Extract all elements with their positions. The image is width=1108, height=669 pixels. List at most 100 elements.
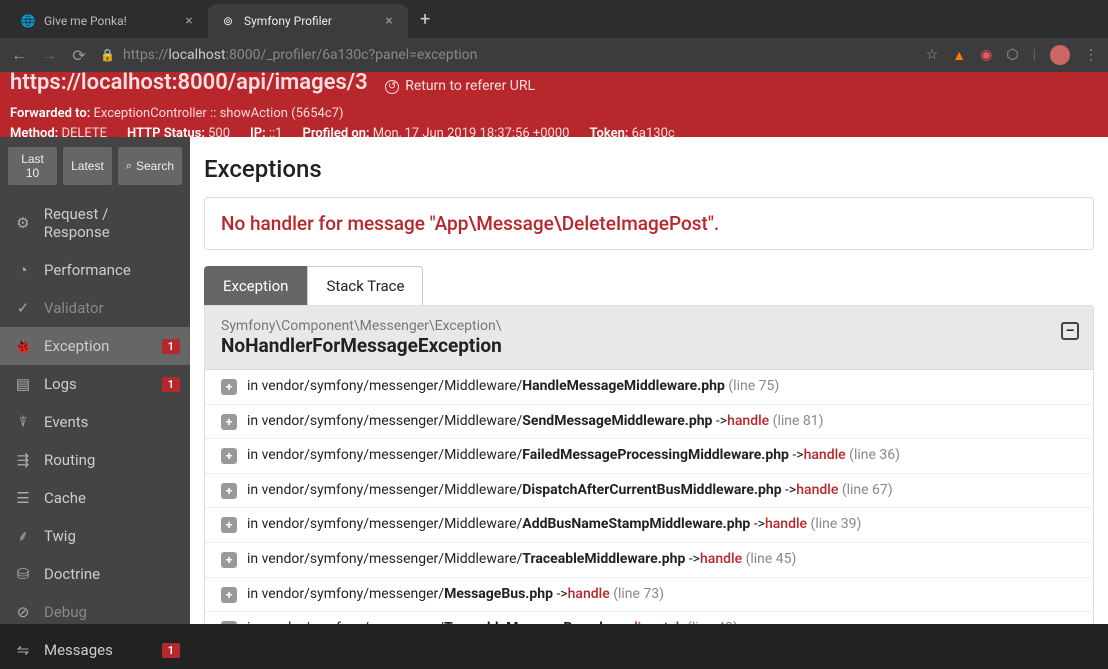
return-link[interactable]: ↺ Return to referer URL <box>385 77 535 97</box>
back-button[interactable]: ← <box>10 45 28 65</box>
expand-icon[interactable]: + <box>221 587 237 603</box>
sidebar-item-label: Exception <box>44 337 109 355</box>
sidebar-item-debug[interactable]: ⊘ Debug <box>0 593 190 631</box>
expand-icon[interactable]: + <box>221 448 237 464</box>
trace-text: in vendor/symfony/messenger/Middleware/T… <box>247 550 1077 570</box>
content-area: Exceptions No handler for message "App\M… <box>190 137 1108 624</box>
search-button[interactable]: ⌕Search <box>118 147 182 185</box>
sidebar-item-label: Events <box>44 413 88 431</box>
sidebar-item-messages[interactable]: ⇋ Messages 1 <box>0 631 190 669</box>
sidebar-item-label: Request / Response <box>44 205 176 241</box>
exception-panel: Symfony\Component\Messenger\Exception\ N… <box>204 305 1094 624</box>
sidebar-item-label: Cache <box>44 489 86 507</box>
tab-exception[interactable]: Exception <box>204 266 307 305</box>
globe-icon: 🌐 <box>20 13 36 29</box>
trace-row: + in vendor/symfony/messenger/Middleware/… <box>205 543 1093 578</box>
messages-icon: ⇋ <box>14 641 32 659</box>
trace-row: + in vendor/symfony/messenger/Middleware/… <box>205 474 1093 509</box>
sidebar: Last 10 Latest ⌕Search ⚙ Request / Respo… <box>0 137 190 624</box>
exception-namespace: Symfony\Component\Messenger\Exception\ <box>221 318 1077 334</box>
exception-class: NoHandlerForMessageException <box>221 334 1077 357</box>
sidebar-item-label: Debug <box>44 603 87 621</box>
leaf-icon: ⸙ <box>14 527 32 545</box>
symfony-icon: ⊚ <box>220 13 236 29</box>
check-icon: ✓ <box>14 299 32 317</box>
sidebar-menu: ⚙ Request / Response ◔ Performance ✓ Val… <box>0 195 190 669</box>
trace-text: in vendor/symfony/messenger/TraceableMes… <box>247 619 1077 624</box>
lock-icon: 🔒 <box>100 48 115 62</box>
browser-tab-strip: 🌐 Give me Ponka! × ⊚ Symfony Profiler × … <box>0 0 1108 38</box>
sidebar-toolbar: Last 10 Latest ⌕Search <box>0 137 190 195</box>
sidebar-item-logs[interactable]: ▤ Logs 1 <box>0 365 190 403</box>
tab-stacktrace[interactable]: Stack Trace <box>307 266 423 305</box>
broadcast-icon: ⍒ <box>14 413 32 431</box>
sidebar-item-label: Performance <box>44 261 131 279</box>
last10-button[interactable]: Last 10 <box>8 147 57 185</box>
return-icon: ↺ <box>385 80 399 94</box>
flame-icon[interactable]: ▲ <box>952 47 966 64</box>
trace-row: +in vendor/symfony/messenger/TraceableMe… <box>205 612 1093 624</box>
tabs: Exception Stack Trace <box>204 266 1094 305</box>
trace-text: in vendor/symfony/messenger/Middleware/H… <box>247 377 1077 397</box>
sidebar-item-request[interactable]: ⚙ Request / Response <box>0 195 190 251</box>
tab-title: Symfony Profiler <box>244 14 374 28</box>
avatar[interactable] <box>1050 45 1070 65</box>
sidebar-item-events[interactable]: ⍒ Events <box>0 403 190 441</box>
shield-icon[interactable]: ⬡ <box>1006 47 1018 63</box>
close-icon[interactable]: × <box>382 14 396 28</box>
browser-tab-1[interactable]: ⊚ Symfony Profiler × <box>208 4 408 38</box>
expand-icon[interactable]: + <box>221 483 237 499</box>
route-icon: ⇶ <box>14 451 32 469</box>
sidebar-item-routing[interactable]: ⇶ Routing <box>0 441 190 479</box>
sidebar-item-cache[interactable]: ☰ Cache <box>0 479 190 517</box>
close-icon[interactable]: × <box>182 14 196 28</box>
expand-icon[interactable]: + <box>221 552 237 568</box>
stack-icon: ☰ <box>14 489 32 507</box>
expand-icon[interactable]: + <box>221 517 237 533</box>
profiler-header: https://localhost:8000/api/images/3 ↺ Re… <box>0 72 1108 137</box>
collapse-button[interactable]: – <box>1061 322 1079 340</box>
badge: 1 <box>162 339 180 354</box>
latest-button[interactable]: Latest <box>63 147 112 185</box>
badge: 1 <box>162 643 180 658</box>
block-icon[interactable]: ◉ <box>980 47 992 63</box>
url-text: https://localhost:8000/_profiler/6a130c?… <box>123 47 477 63</box>
sidebar-item-label: Messages <box>44 641 113 659</box>
trace-text: in vendor/symfony/messenger/MessageBus.p… <box>247 585 1077 605</box>
new-tab-button[interactable]: + <box>408 9 442 30</box>
header-meta: Forwarded to: ExceptionController :: sho… <box>10 105 1098 137</box>
trace-row: +in vendor/symfony/messenger/Middleware/… <box>205 508 1093 543</box>
trace-row: + in vendor/symfony/messenger/MessageBus.… <box>205 578 1093 613</box>
trace-list: + in vendor/symfony/messenger/Middleware/… <box>205 370 1093 624</box>
browser-actions: ☆ ▲ ◉ ⬡ | ⋮ <box>926 45 1098 65</box>
search-icon: ⌕ <box>126 160 132 173</box>
expand-icon[interactable]: + <box>221 379 237 395</box>
sidebar-item-label: Routing <box>44 451 95 469</box>
list-icon: ▤ <box>14 375 32 393</box>
tab-title: Give me Ponka! <box>44 14 174 28</box>
forward-button[interactable]: → <box>40 45 58 65</box>
trace-text: in vendor/symfony/messenger/Middleware/F… <box>247 446 1077 466</box>
debug-icon: ⊘ <box>14 603 32 621</box>
clock-icon: ◔ <box>14 261 32 279</box>
sidebar-item-twig[interactable]: ⸙ Twig <box>0 517 190 555</box>
sidebar-item-performance[interactable]: ◔ Performance <box>0 251 190 289</box>
page-title: Exceptions <box>204 155 1094 183</box>
sidebar-item-validator[interactable]: ✓ Validator <box>0 289 190 327</box>
star-icon[interactable]: ☆ <box>926 47 939 63</box>
gear-icon: ⚙ <box>14 214 32 232</box>
trace-row: + in vendor/symfony/messenger/Middleware/… <box>205 370 1093 405</box>
reload-button[interactable]: ⟳ <box>70 46 88 65</box>
browser-tab-0[interactable]: 🌐 Give me Ponka! × <box>8 4 208 38</box>
sidebar-item-label: Validator <box>44 299 104 317</box>
bug-icon: 🐞 <box>14 337 32 355</box>
menu-icon[interactable]: ⋮ <box>1084 47 1098 63</box>
exception-message-box: No handler for message "App\Message\Dele… <box>204 197 1094 250</box>
url-input[interactable]: 🔒 https://localhost:8000/_profiler/6a130… <box>100 47 914 63</box>
sidebar-item-doctrine[interactable]: ⛁ Doctrine <box>0 555 190 593</box>
trace-text: in vendor/symfony/messenger/Middleware/D… <box>247 481 1077 501</box>
sidebar-item-label: Doctrine <box>44 565 100 583</box>
sidebar-item-exception[interactable]: 🐞 Exception 1 <box>0 327 190 365</box>
expand-icon[interactable]: + <box>221 414 237 430</box>
badge: 1 <box>162 377 180 392</box>
